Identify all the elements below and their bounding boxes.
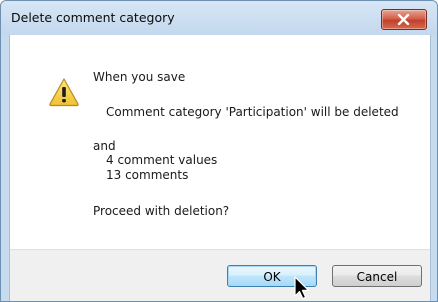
cancel-button[interactable]: Cancel: [332, 265, 422, 287]
message-line-2: Comment category 'Participation' will be…: [106, 105, 399, 119]
dialog-title: Delete comment category: [11, 10, 175, 25]
dialog-window: Delete comment category When you save Co…: [0, 0, 438, 302]
message-line-6: Proceed with deletion?: [93, 204, 230, 218]
message-line-3: and: [93, 139, 116, 153]
title-bar[interactable]: Delete comment category: [1, 1, 437, 35]
mouse-cursor-icon: [294, 276, 310, 300]
message-line-1: When you save: [93, 70, 186, 84]
message-line-4: 4 comment values: [106, 153, 218, 167]
warning-icon: [49, 78, 79, 107]
message-line-5: 13 comments: [106, 168, 189, 182]
close-icon: [397, 14, 410, 25]
button-bar: OK Cancel: [10, 249, 430, 301]
dialog-body: When you save Comment category 'Particip…: [9, 35, 431, 301]
close-button[interactable]: [381, 9, 427, 30]
